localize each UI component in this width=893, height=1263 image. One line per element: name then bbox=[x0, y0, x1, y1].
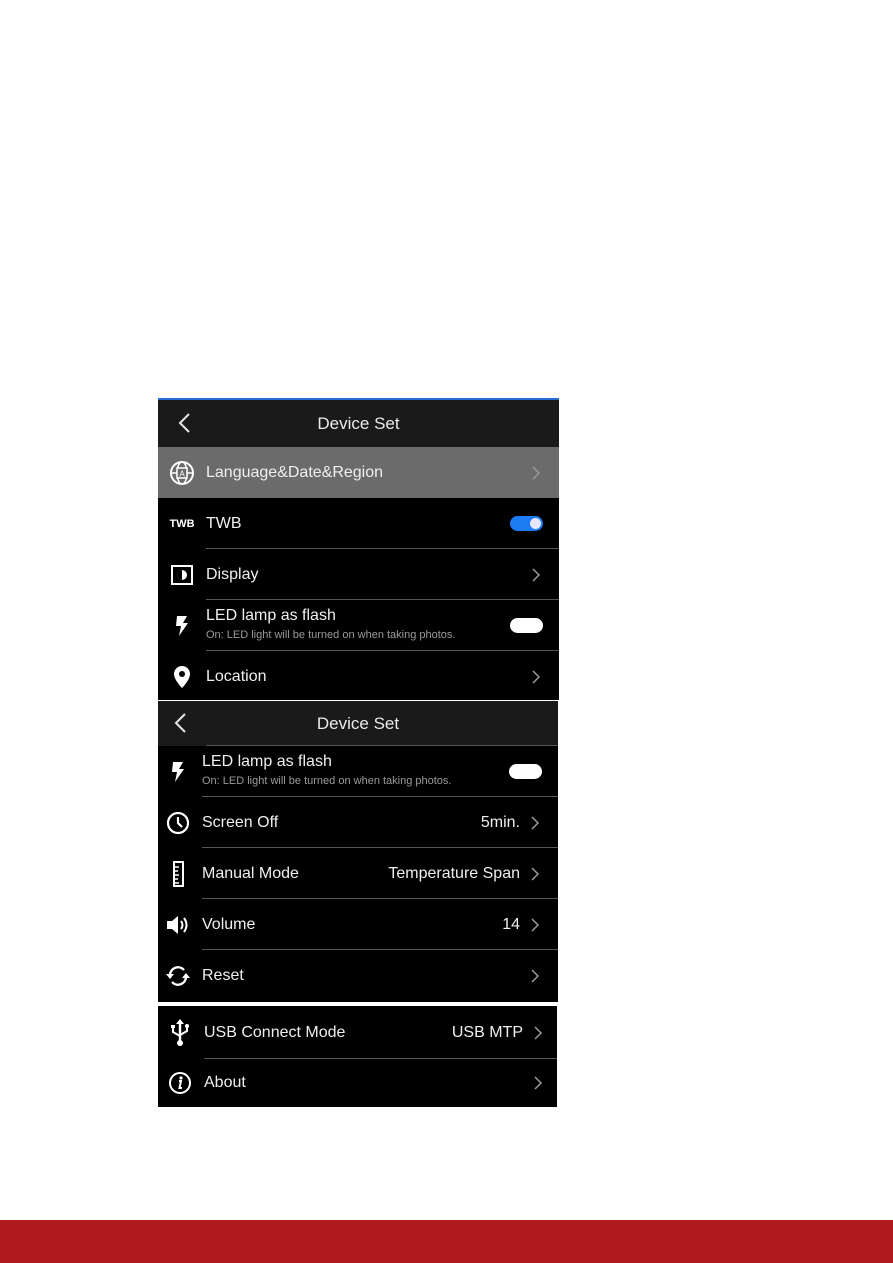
header-bar: Device Set bbox=[158, 701, 558, 746]
menu-item-reset[interactable]: Reset bbox=[158, 950, 558, 1001]
chevron-right-icon bbox=[532, 465, 541, 480]
menu-item-label: Language&Date&Region bbox=[206, 463, 384, 481]
menu-item-led-lamp-flash: LED lamp as flash On: LED light will be … bbox=[158, 600, 559, 651]
menu-item-value: 5min. bbox=[480, 813, 520, 831]
display-icon bbox=[166, 561, 198, 589]
menu-item-volume[interactable]: Volume 14 bbox=[158, 899, 558, 950]
reset-icon bbox=[162, 962, 194, 990]
menu-item-twb: TWB TWB bbox=[158, 498, 559, 549]
menu-item-led-lamp-flash: LED lamp as flash On: LED light will be … bbox=[158, 746, 558, 797]
menu-item-label: Screen Off bbox=[202, 813, 279, 831]
chevron-right-icon bbox=[531, 866, 540, 881]
led-flash-toggle[interactable] bbox=[509, 764, 542, 779]
menu-item-label: About bbox=[204, 1074, 246, 1091]
menu-item-label: Manual Mode bbox=[202, 864, 299, 882]
volume-icon bbox=[162, 911, 194, 939]
footer-bar bbox=[0, 1220, 893, 1263]
led-flash-toggle[interactable] bbox=[510, 618, 543, 633]
flash-icon bbox=[166, 612, 198, 640]
flash-icon bbox=[162, 758, 194, 786]
menu-item-label: Display bbox=[206, 565, 259, 583]
menu-item-display[interactable]: Display bbox=[158, 549, 559, 600]
ruler-icon bbox=[162, 860, 194, 888]
chevron-right-icon bbox=[534, 1076, 543, 1090]
svg-text:A: A bbox=[179, 469, 185, 478]
menu-item-language-date-region[interactable]: A Language&Date&Region bbox=[158, 447, 559, 498]
menu-item-label: Reset bbox=[202, 966, 244, 984]
info-icon bbox=[164, 1069, 196, 1097]
clock-icon bbox=[162, 809, 194, 837]
chevron-right-icon bbox=[532, 669, 541, 684]
menu-item-sublabel: On: LED light will be turned on when tak… bbox=[202, 775, 452, 787]
device-set-screen-2: Device Set LED lamp as flash On: LED lig… bbox=[158, 701, 558, 1002]
menu-item-label: LED lamp as flash bbox=[206, 607, 336, 624]
chevron-right-icon bbox=[534, 1025, 543, 1040]
menu-item-about[interactable]: About bbox=[158, 1059, 557, 1107]
globe-language-icon: A bbox=[166, 459, 198, 487]
menu-item-label: TWB bbox=[206, 514, 242, 532]
toggle-knob bbox=[530, 518, 541, 529]
menu-item-location[interactable]: Location bbox=[158, 651, 559, 700]
chevron-right-icon bbox=[531, 917, 540, 932]
chevron-right-icon bbox=[531, 968, 540, 983]
location-pin-icon bbox=[166, 663, 198, 691]
chevron-right-icon bbox=[532, 567, 541, 582]
back-chevron-icon[interactable] bbox=[176, 412, 194, 434]
menu-item-label: Volume bbox=[202, 915, 256, 933]
header-bar: Device Set bbox=[158, 400, 559, 447]
menu-item-screen-off[interactable]: Screen Off 5min. bbox=[158, 797, 558, 848]
menu-item-sublabel: On: LED light will be turned on when tak… bbox=[206, 629, 456, 641]
usb-icon bbox=[164, 1018, 196, 1047]
menu-item-value: 14 bbox=[502, 915, 520, 933]
menu-item-value: USB MTP bbox=[451, 1023, 523, 1041]
menu-item-manual-mode[interactable]: Manual Mode Temperature Span bbox=[158, 848, 558, 899]
twb-icon: TWB bbox=[169, 517, 195, 530]
page-title: Device Set bbox=[316, 713, 400, 733]
menu-item-label: LED lamp as flash bbox=[202, 753, 332, 770]
back-chevron-icon[interactable] bbox=[172, 712, 190, 734]
menu-item-value: Temperature Span bbox=[388, 864, 520, 882]
device-set-screen-3: USB Connect Mode USB MTP About bbox=[158, 1006, 557, 1107]
device-set-screen-1: Device Set A Language&Date&Region TWB TW… bbox=[158, 398, 559, 700]
menu-item-usb-connect-mode[interactable]: USB Connect Mode USB MTP bbox=[158, 1006, 557, 1059]
menu-item-label: USB Connect Mode bbox=[204, 1023, 346, 1041]
chevron-right-icon bbox=[531, 815, 540, 830]
twb-toggle[interactable] bbox=[510, 516, 543, 531]
menu-item-label: Location bbox=[206, 667, 267, 685]
page-title: Device Set bbox=[317, 413, 400, 433]
